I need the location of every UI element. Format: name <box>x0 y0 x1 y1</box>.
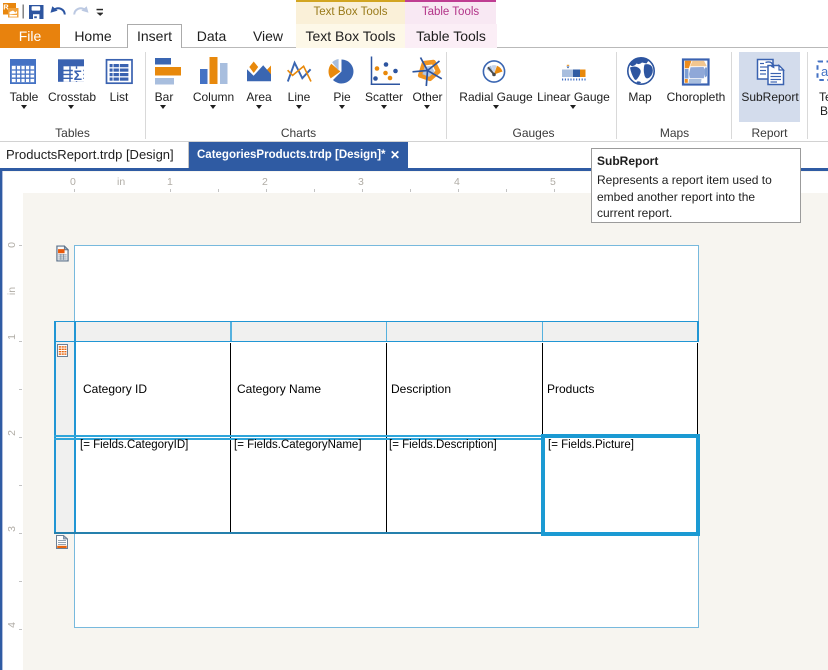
svg-text:Σ: Σ <box>74 67 82 83</box>
svg-text:a: a <box>821 64 828 79</box>
